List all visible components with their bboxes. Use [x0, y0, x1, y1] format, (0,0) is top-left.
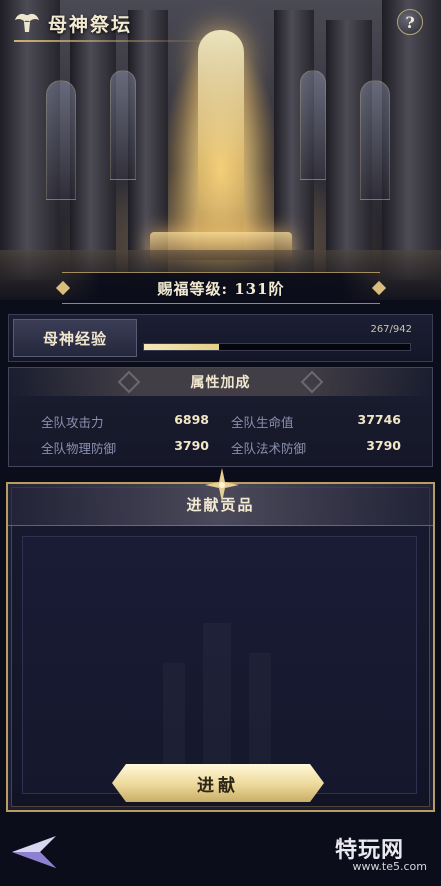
stat-value: 3790: [174, 438, 209, 453]
altar-light: [198, 30, 244, 260]
angel-emblem-icon: [14, 11, 40, 35]
background-spire: [203, 623, 231, 773]
experience-label-box: 母神经验: [13, 319, 137, 357]
experience-progress-fill: [144, 344, 220, 350]
attribute-bonus-panel: 属性加成 全队攻击力 6898 全队生命值 37746 全队物理防御 3790 …: [8, 367, 433, 467]
window: [300, 70, 326, 180]
background-spire: [249, 653, 271, 773]
pillar-right: [382, 0, 441, 280]
blessing-level-banner: 赐福等级: 131阶: [55, 272, 387, 304]
tribute-slot-area[interactable]: [22, 536, 417, 794]
back-arrow-icon[interactable]: [10, 832, 60, 872]
star-crest-icon: [205, 468, 239, 502]
stat-row: 全队攻击力: [41, 412, 104, 431]
blessing-level: 赐福等级: 131阶: [157, 279, 285, 298]
experience-label: 母神经验: [42, 329, 107, 348]
stat-row: 全队物理防御: [41, 438, 116, 457]
help-icon: ?: [405, 12, 415, 32]
watermark-url: www.te5.com: [352, 860, 427, 873]
experience-progress-bar: [143, 343, 411, 351]
offer-button[interactable]: 进献: [112, 764, 324, 802]
stat-value: 37746: [357, 412, 402, 427]
help-button[interactable]: ?: [397, 9, 423, 35]
attribute-header: 属性加成: [9, 368, 432, 396]
stat-name: 全队生命值: [231, 415, 294, 430]
stat-name: 全队攻击力: [41, 415, 104, 430]
diamond-ornament-icon: [117, 370, 141, 394]
diamond-ornament-icon: [300, 370, 324, 394]
window: [360, 80, 390, 200]
watermark: 特玩网 www.te5.com: [335, 832, 431, 878]
experience-value: 267/942: [370, 324, 412, 335]
stat-value: 6898: [174, 412, 209, 427]
goddess-experience: 母神经验 267/942: [8, 314, 433, 362]
stat-name: 全队物理防御: [41, 441, 117, 456]
stat-name: 全队法术防御: [231, 441, 307, 456]
tribute-panel: 进献贡品: [6, 468, 435, 812]
stat-row: 全队法术防御: [231, 438, 306, 457]
window: [46, 80, 76, 200]
altar-scene: [0, 0, 441, 300]
attribute-title: 属性加成: [190, 375, 251, 391]
background-spire: [163, 663, 185, 773]
page-title: 母神祭坛: [48, 13, 133, 36]
stat-row: 全队生命值: [231, 412, 294, 431]
page-header: 母神祭坛: [14, 6, 214, 42]
window: [110, 70, 136, 180]
title-divider: [14, 40, 214, 42]
offer-button-label: 进献: [197, 775, 239, 796]
stat-value: 3790: [366, 438, 401, 453]
